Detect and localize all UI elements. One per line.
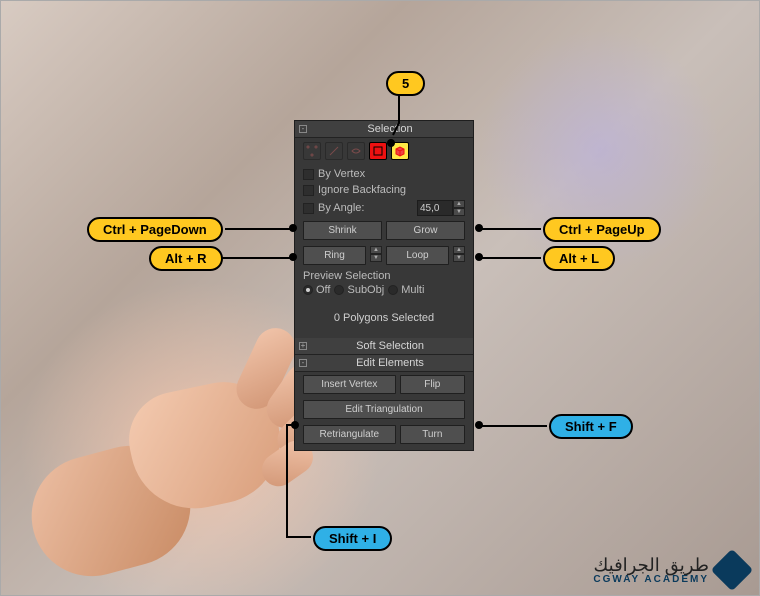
rollout-header-softselection[interactable]: + Soft Selection (295, 338, 473, 355)
rollout-title-softselection: Soft Selection (311, 340, 469, 352)
rollout-header-selection[interactable]: - Selection (295, 121, 473, 138)
callout-dot (291, 421, 299, 429)
callout-dot (475, 253, 483, 261)
callout-lead (391, 93, 411, 141)
shrink-button[interactable]: Shrink (303, 221, 382, 240)
callout-dot (475, 224, 483, 232)
callout-dot (475, 421, 483, 429)
callout-lead (283, 421, 323, 541)
selection-status: 0 Polygons Selected (295, 302, 473, 338)
insert-vertex-button[interactable]: Insert Vertex (303, 375, 396, 394)
shortcut-insert-vertex: Shift + I (313, 526, 392, 551)
brand-logo: طريق الجرافيك CGWAY ACADEMY (593, 555, 747, 585)
edge-mode-icon[interactable] (325, 142, 343, 160)
callout-lead (225, 228, 291, 230)
rollout-title-editelements: Edit Elements (311, 357, 469, 369)
collapse-icon[interactable]: - (299, 359, 307, 367)
shortcut-loop: Alt + L (543, 246, 615, 271)
shortcut-element-mode: 5 (386, 71, 425, 96)
expand-icon[interactable]: + (299, 342, 307, 350)
edit-triangulation-button[interactable]: Edit Triangulation (303, 400, 465, 419)
flip-button[interactable]: Flip (400, 375, 465, 394)
spinner-down-icon[interactable]: ▼ (453, 208, 465, 216)
callout-dot (289, 253, 297, 261)
rollout-title-selection: Selection (311, 123, 469, 135)
shortcut-ring: Alt + R (149, 246, 223, 271)
callout-dot (387, 139, 395, 147)
border-mode-icon[interactable] (347, 142, 365, 160)
ring-spinner[interactable]: ▲▼ (370, 246, 382, 265)
callout-lead (479, 425, 547, 427)
ring-button[interactable]: Ring (303, 246, 366, 265)
callout-lead (479, 257, 541, 259)
callout-lead (479, 228, 541, 230)
brand-latin: CGWAY ACADEMY (593, 574, 709, 585)
spinner-up-icon[interactable]: ▲ (453, 200, 465, 208)
vertex-mode-icon[interactable] (303, 142, 321, 160)
ignore-backfacing-checkbox[interactable]: Ignore Backfacing (295, 182, 473, 198)
collapse-icon[interactable]: - (299, 125, 307, 133)
loop-button[interactable]: Loop (386, 246, 449, 265)
angle-spinner[interactable]: ▲▼ (417, 200, 465, 216)
preview-off-radio[interactable]: Off (303, 284, 330, 296)
polygon-mode-icon[interactable] (369, 142, 387, 160)
callout-dot (289, 224, 297, 232)
brand-arabic: طريق الجرافيك (593, 556, 709, 574)
brand-mark-icon (711, 549, 753, 591)
angle-value-input[interactable] (417, 200, 453, 216)
shortcut-flip: Shift + F (549, 414, 633, 439)
preview-selection-label: Preview Selection (295, 268, 473, 282)
by-vertex-checkbox[interactable]: By Vertex (295, 166, 473, 182)
loop-spinner[interactable]: ▲▼ (453, 246, 465, 265)
shortcut-grow: Ctrl + PageUp (543, 217, 661, 242)
by-angle-checkbox[interactable]: By Angle: (303, 202, 364, 214)
preview-multi-radio[interactable]: Multi (388, 284, 424, 296)
preview-subobj-radio[interactable]: SubObj (334, 284, 384, 296)
turn-button[interactable]: Turn (400, 425, 465, 444)
modifier-panel: - Selection By Vertex Ignore Backfacing … (294, 120, 474, 451)
grow-button[interactable]: Grow (386, 221, 465, 240)
callout-lead (217, 257, 291, 259)
shortcut-shrink: Ctrl + PageDown (87, 217, 223, 242)
rollout-header-editelements[interactable]: - Edit Elements (295, 355, 473, 372)
